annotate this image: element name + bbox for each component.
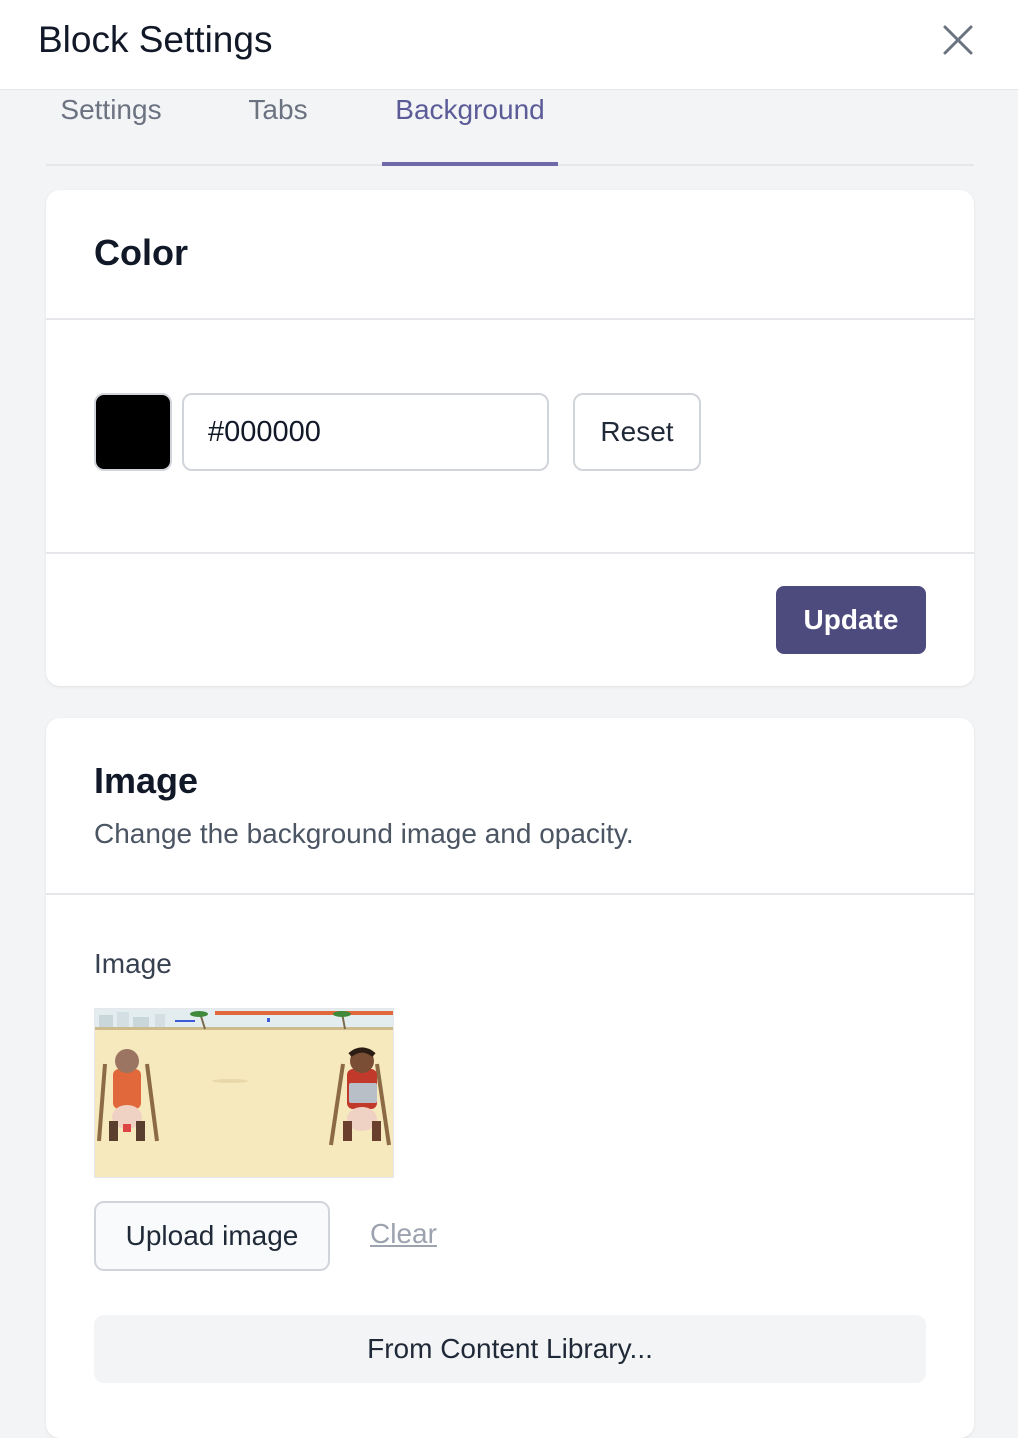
color-section-title: Color (94, 232, 188, 273)
clear-image-link[interactable]: Clear (370, 1218, 437, 1250)
active-tab-indicator (382, 162, 558, 166)
tab-settings[interactable]: Settings (46, 90, 176, 166)
image-section-description: Change the background image and opacity. (94, 818, 634, 849)
upload-image-button[interactable]: Upload image (94, 1201, 330, 1271)
divider (46, 552, 974, 554)
image-section-title: Image (94, 760, 199, 801)
color-swatch[interactable] (94, 393, 172, 471)
beach-illustration (95, 1009, 393, 1177)
image-field-label: Image (94, 948, 172, 979)
image-card: Image Change the background image and op… (46, 718, 974, 1438)
hex-color-input[interactable] (182, 393, 549, 471)
tab-bar: Settings Tabs Background (46, 90, 974, 166)
close-icon (943, 25, 973, 55)
close-button[interactable] (936, 18, 980, 62)
background-image-preview (94, 1008, 394, 1178)
modal-header: Block Settings (0, 0, 1018, 90)
tab-background[interactable]: Background (382, 90, 558, 166)
content-library-button[interactable]: From Content Library... (94, 1315, 926, 1383)
color-card: Color Reset Update (46, 190, 974, 686)
reset-button[interactable]: Reset (573, 393, 701, 471)
update-button[interactable]: Update (776, 586, 926, 654)
divider (46, 318, 974, 320)
modal-title: Block Settings (38, 19, 273, 60)
divider (46, 893, 974, 895)
tab-tabs[interactable]: Tabs (226, 90, 330, 166)
